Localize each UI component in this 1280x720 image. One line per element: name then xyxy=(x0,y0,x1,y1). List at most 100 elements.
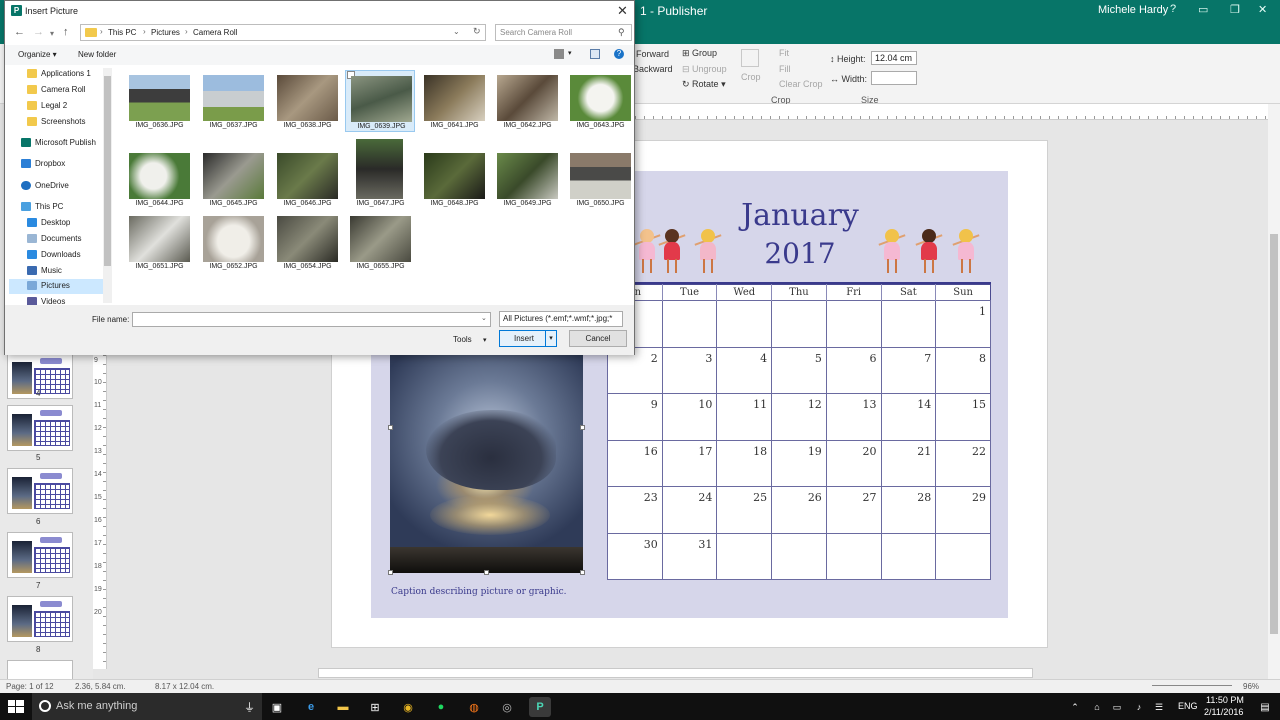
rotate-button[interactable]: ↻ Rotate ▾ xyxy=(682,79,726,90)
calendar-day-cell[interactable]: 29 xyxy=(935,486,991,534)
photo-caption[interactable]: Caption describing picture or graphic. xyxy=(391,587,567,597)
file-thumbnail[interactable]: IMG_0654.JPG xyxy=(272,211,342,273)
microphone-icon[interactable]: ⏚ xyxy=(244,699,255,715)
chevron-down-icon[interactable]: ⌄ xyxy=(481,314,487,322)
page-thumbnail-7[interactable] xyxy=(7,532,73,578)
task-view-icon[interactable]: ▣ xyxy=(266,697,288,717)
firefox-icon[interactable]: ◍ xyxy=(463,697,485,717)
nav-item-this-pc[interactable]: This PC xyxy=(11,200,107,215)
calendar-day-cell[interactable]: 31 xyxy=(661,532,718,580)
calendar-day-cell[interactable]: 11 xyxy=(716,393,773,441)
calendar-day-cell[interactable]: 23 xyxy=(607,486,663,534)
crop-button[interactable]: Crop xyxy=(741,72,761,82)
file-thumbnail[interactable]: IMG_0646.JPG xyxy=(272,148,342,210)
calendar-day-cell[interactable]: 25 xyxy=(716,486,773,534)
calendar-day-cell[interactable]: 24 xyxy=(661,486,718,534)
page-thumbnail-9[interactable] xyxy=(7,660,73,680)
calendar-year-title[interactable]: 2017 xyxy=(700,236,900,272)
calendar-day-cell[interactable]: 27 xyxy=(825,486,882,534)
calendar-day-cell[interactable]: 10 xyxy=(661,393,718,441)
nav-scroll-thumb[interactable] xyxy=(104,76,111,266)
file-thumbnail[interactable]: IMG_0636.JPG xyxy=(124,70,194,132)
calendar-day-cell[interactable] xyxy=(716,532,773,580)
calendar-day-cell[interactable]: 8 xyxy=(935,346,991,394)
up-arrow-icon[interactable]: ↑ xyxy=(63,26,69,38)
calendar-day-cell[interactable]: 16 xyxy=(607,439,663,487)
app-circle-icon[interactable]: ◎ xyxy=(496,697,518,717)
nav-item-pictures[interactable]: Pictures xyxy=(9,279,103,294)
preview-pane-icon[interactable] xyxy=(590,49,600,59)
volume-icon[interactable]: ♪ xyxy=(1128,697,1150,717)
clock-time[interactable]: 11:50 PM xyxy=(1206,695,1244,705)
calendar-day-cell[interactable]: 1 xyxy=(935,300,991,348)
file-thumbnail[interactable]: IMG_0650.JPG xyxy=(565,148,635,210)
calendar-day-cell[interactable]: 7 xyxy=(880,346,937,394)
chevron-down-icon[interactable]: ▾ xyxy=(50,29,54,38)
help-icon[interactable]: ? xyxy=(614,49,624,59)
file-thumbnail[interactable]: IMG_0641.JPG xyxy=(419,70,489,132)
file-thumbnail[interactable]: IMG_0655.JPG xyxy=(345,211,415,273)
back-arrow-icon[interactable]: ← xyxy=(14,26,25,38)
edge-icon[interactable]: e xyxy=(300,697,322,717)
resize-handle[interactable] xyxy=(580,570,585,575)
file-thumbnail-selected[interactable]: IMG_0639.JPG xyxy=(345,70,415,132)
nav-item-desktop[interactable]: Desktop xyxy=(15,216,111,231)
page-thumbnail-8[interactable] xyxy=(7,596,73,642)
file-thumbnail[interactable]: IMG_0651.JPG xyxy=(124,211,194,273)
nav-item-camera-roll[interactable]: Camera Roll xyxy=(15,83,111,98)
calendar-day-cell[interactable]: 14 xyxy=(880,393,937,441)
file-thumbnail[interactable]: IMG_0637.JPG xyxy=(198,70,268,132)
chrome-icon[interactable]: ◉ xyxy=(397,697,419,717)
resize-handle[interactable] xyxy=(388,570,393,575)
nav-scrollbar[interactable] xyxy=(103,68,112,303)
calendar-day-cell[interactable]: 22 xyxy=(935,439,991,487)
clear-crop-button[interactable]: Clear Crop xyxy=(779,79,823,89)
organize-button[interactable]: Organize ▾ xyxy=(18,50,57,59)
wifi-icon[interactable]: ☰ xyxy=(1148,697,1170,717)
calendar-day-cell[interactable] xyxy=(935,532,991,580)
close-icon[interactable]: ✕ xyxy=(617,3,628,19)
language-indicator[interactable]: ENG xyxy=(1178,701,1198,711)
calendar-day-cell[interactable]: 19 xyxy=(771,439,827,487)
nav-item-onedrive[interactable]: OneDrive xyxy=(11,179,107,194)
scroll-thumb[interactable] xyxy=(1270,234,1278,634)
file-thumbnail[interactable]: IMG_0645.JPG xyxy=(198,148,268,210)
calendar-day-cell[interactable] xyxy=(825,532,882,580)
show-hidden-icons[interactable]: ⌃ xyxy=(1064,697,1086,717)
calendar-day-cell[interactable]: 4 xyxy=(716,346,773,394)
nav-item-applications[interactable]: Applications 1 xyxy=(15,67,111,82)
file-thumbnail[interactable]: IMG_0649.JPG xyxy=(492,148,562,210)
width-input[interactable] xyxy=(871,71,917,85)
notifications-icon[interactable]: ▤ xyxy=(1254,697,1276,717)
calendar-day-cell[interactable]: 5 xyxy=(771,346,827,394)
insert-options-dropdown[interactable]: ▾ xyxy=(545,331,556,346)
ungroup-button[interactable]: ⊟ Ungroup xyxy=(682,64,727,75)
help-icon[interactable]: ? xyxy=(1170,3,1176,15)
resize-handle[interactable] xyxy=(580,425,585,430)
bring-forward-button[interactable]: Forward xyxy=(636,49,669,59)
calendar-day-cell[interactable]: 13 xyxy=(825,393,882,441)
calendar-day-cell[interactable]: 9 xyxy=(607,393,663,441)
refresh-icon[interactable]: ↻ xyxy=(473,26,481,37)
file-type-select[interactable]: All Pictures (*.emf;*.wmf;*.jpg;* xyxy=(499,311,623,327)
zoom-slider[interactable] xyxy=(1152,685,1232,686)
calendar-day-cell[interactable]: 21 xyxy=(880,439,937,487)
sunset-photo[interactable] xyxy=(390,355,583,573)
file-thumbnail[interactable]: IMG_0647.JPG xyxy=(345,134,415,210)
windows-start-icon[interactable] xyxy=(6,697,26,717)
calendar-day-cell[interactable]: 15 xyxy=(935,393,991,441)
zoom-level[interactable]: 96% xyxy=(1243,682,1259,691)
network-icon[interactable]: ⌂ xyxy=(1086,697,1108,717)
breadcrumb-pictures[interactable]: Pictures xyxy=(151,28,180,37)
breadcrumb-camera-roll[interactable]: Camera Roll xyxy=(193,28,237,37)
ribbon-display-icon[interactable]: ▭ xyxy=(1198,3,1208,16)
insert-button[interactable]: Insert ▾ xyxy=(499,330,557,347)
address-bar[interactable]: › This PC › Pictures › Camera Roll ⌄ ↻ xyxy=(80,24,486,41)
file-thumbnail[interactable]: IMG_0648.JPG xyxy=(419,148,489,210)
cortana-search-box[interactable]: Ask me anything ⏚ xyxy=(32,693,262,720)
resize-handle[interactable] xyxy=(484,570,489,575)
calendar-day-cell[interactable]: 28 xyxy=(880,486,937,534)
restore-icon[interactable]: ❐ xyxy=(1230,3,1240,16)
nav-item-screenshots[interactable]: Screenshots xyxy=(15,115,111,130)
nav-item-microsoft-publisher[interactable]: Microsoft Publish xyxy=(11,136,103,151)
